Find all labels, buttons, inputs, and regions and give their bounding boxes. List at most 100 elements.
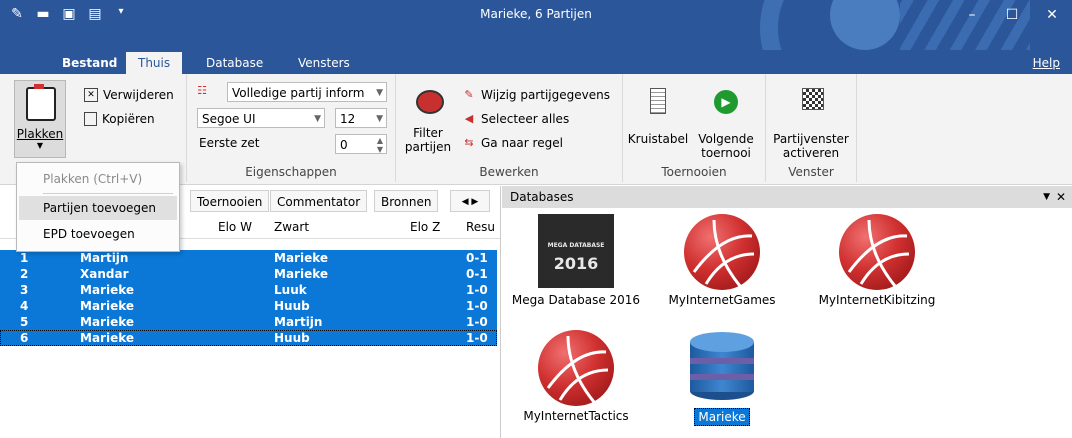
layout-icon: ☷ bbox=[197, 84, 207, 97]
clipboard-icon bbox=[26, 84, 56, 121]
delete-icon: ✕ bbox=[84, 88, 98, 102]
row-number: 2 bbox=[20, 267, 29, 281]
chevron-down-icon: ▼ bbox=[376, 114, 383, 124]
tab-home[interactable]: Thuis bbox=[126, 52, 183, 74]
goto-line-icon: ⇆ bbox=[464, 136, 474, 149]
internet-ball-icon bbox=[839, 214, 915, 290]
white-player: Marieke bbox=[80, 331, 135, 345]
database-label: Marieke bbox=[694, 408, 750, 426]
menu-item-add-games[interactable]: Partijen toevoegen bbox=[19, 196, 177, 220]
result: 1-0 bbox=[466, 299, 488, 313]
group-label: Toernooien bbox=[661, 165, 727, 179]
crosstable-icon bbox=[650, 88, 666, 114]
result: 1-0 bbox=[466, 315, 488, 329]
tab-file[interactable]: Bestand bbox=[50, 52, 129, 74]
group-label: Eigenschappen bbox=[245, 165, 337, 179]
black-player: Marieke bbox=[274, 251, 329, 265]
goto-line-button[interactable]: ⇆ Ga naar regel bbox=[462, 136, 563, 150]
column-elo-white[interactable]: Elo W bbox=[218, 220, 252, 234]
font-size-combo[interactable]: 12 ▼ bbox=[335, 108, 387, 128]
filter-icon bbox=[416, 90, 444, 114]
tab-database[interactable]: Database bbox=[194, 52, 275, 74]
tab-scroll-arrows[interactable]: ◀ ▶ bbox=[450, 190, 490, 212]
paste-label: Plakken bbox=[16, 127, 64, 141]
select-all-button[interactable]: ◀ Selecteer alles bbox=[462, 112, 569, 126]
database-label: Mega Database 2016 bbox=[511, 293, 641, 307]
database-label: MyInternetTactics bbox=[523, 409, 629, 423]
first-move-value: 0 bbox=[340, 138, 348, 152]
view-combo[interactable]: Volledige partij inform ▼ bbox=[227, 82, 387, 102]
row-number: 4 bbox=[20, 299, 29, 313]
menu-item-paste: Plakken (Ctrl+V) bbox=[43, 172, 143, 186]
close-icon[interactable]: ✕ bbox=[1056, 186, 1066, 208]
table-row[interactable]: 5 Marieke Martijn 1-0 bbox=[0, 314, 497, 330]
column-result[interactable]: Resu bbox=[466, 220, 495, 234]
database-cylinder-icon bbox=[690, 332, 754, 402]
change-game-data-button[interactable]: ✎ Wijzig partijgegevens bbox=[462, 88, 610, 102]
row-number: 5 bbox=[20, 315, 29, 329]
table-row[interactable]: 1 Martijn Marieke 0-1 bbox=[0, 250, 497, 266]
tab-help[interactable]: Help bbox=[1021, 52, 1072, 74]
result: 1-0 bbox=[466, 283, 488, 297]
font-combo-value: Segoe UI bbox=[202, 112, 256, 126]
copy-label: Kopiëren bbox=[102, 112, 155, 126]
next-tournament-button[interactable]: ▶ Volgende toernooi bbox=[693, 78, 759, 160]
stepper-arrows-icon: ▲ ▼ bbox=[376, 136, 383, 154]
white-player: Marieke bbox=[80, 283, 135, 297]
menu-item-add-epd[interactable]: EPD toevoegen bbox=[19, 222, 177, 246]
delete-button[interactable]: ✕ Verwijderen bbox=[84, 88, 174, 102]
window-title: Marieke, 6 Partijen bbox=[480, 7, 592, 21]
table-row[interactable]: 2 Xandar Marieke 0-1 bbox=[0, 266, 497, 282]
crosstable-button[interactable]: Kruistabel bbox=[627, 78, 689, 160]
filter-games-button[interactable]: Filter partijen bbox=[402, 78, 454, 160]
goto-line-label: Ga naar regel bbox=[481, 136, 563, 150]
column-elo-black[interactable]: Elo Z bbox=[410, 220, 440, 234]
properties-group: ☷ Volledige partij inform ▼ Segoe UI ▼ 1… bbox=[187, 74, 396, 182]
ribbon-tabs: Bestand Thuis Database Vensters Help bbox=[0, 50, 1072, 74]
database-label: MyInternetGames bbox=[668, 293, 776, 307]
maximize-button[interactable]: ☐ bbox=[992, 0, 1032, 30]
databases-header: Databases ▼ ✕ bbox=[502, 186, 1072, 208]
database-label: MyInternetKibitzing bbox=[818, 293, 936, 307]
white-player: Marieke bbox=[80, 315, 135, 329]
white-player: Martijn bbox=[80, 251, 129, 265]
group-label: Venster bbox=[788, 165, 834, 179]
database-item[interactable]: MyInternetKibitzing bbox=[802, 212, 952, 312]
filter-label: Filter partijen bbox=[404, 126, 452, 154]
table-row[interactable]: 3 Marieke Luuk 1-0 bbox=[0, 282, 497, 298]
select-all-label: Selecteer alles bbox=[481, 112, 570, 126]
result: 0-1 bbox=[466, 251, 488, 265]
table-row[interactable]: 4 Marieke Huub 1-0 bbox=[0, 298, 497, 314]
database-item[interactable]: MyInternetTactics bbox=[508, 328, 644, 428]
database-item[interactable]: Marieke bbox=[652, 328, 792, 428]
database-item[interactable]: MyInternetGames bbox=[652, 212, 792, 312]
tab-windows[interactable]: Vensters bbox=[286, 52, 362, 74]
title-bar: ✎ ▬ ▣ ▤ ▾ Marieke, 6 Partijen – ☐ ✕ bbox=[0, 0, 1072, 50]
paste-button[interactable]: Plakken ▼ bbox=[14, 80, 66, 158]
database-item[interactable]: MEGA DATABASE 2016 Mega Database 2016 bbox=[508, 212, 644, 312]
black-player: Huub bbox=[274, 331, 310, 345]
tab-commentator[interactable]: Commentator bbox=[270, 190, 368, 212]
font-combo[interactable]: Segoe UI ▼ bbox=[197, 108, 325, 128]
column-black[interactable]: Zwart bbox=[274, 220, 309, 234]
font-size-value: 12 bbox=[340, 112, 356, 126]
edit-group: Filter partijen ✎ Wijzig partijgegevens … bbox=[396, 74, 623, 182]
first-move-stepper[interactable]: 0 ▲ ▼ bbox=[335, 134, 387, 154]
black-player: Luuk bbox=[274, 283, 307, 297]
minimize-button[interactable]: – bbox=[952, 0, 992, 30]
activate-game-window-button[interactable]: Partijvenster activeren bbox=[770, 78, 852, 160]
copy-button[interactable]: Kopiëren bbox=[84, 112, 155, 126]
chevron-down-icon: ▼ bbox=[376, 88, 383, 98]
pane-menu-icon[interactable]: ▼ bbox=[1043, 186, 1050, 208]
black-player: Marieke bbox=[274, 267, 329, 281]
mega-database-icon: MEGA DATABASE 2016 bbox=[538, 214, 614, 288]
row-number: 3 bbox=[20, 283, 29, 297]
menu-divider bbox=[43, 193, 173, 194]
databases-pane: Databases ▼ ✕ MEGA DATABASE 2016 Mega Da… bbox=[502, 186, 1072, 438]
tab-tournaments[interactable]: Toernooien bbox=[190, 190, 270, 212]
table-row[interactable]: 6 Marieke Huub 1-0 bbox=[0, 330, 497, 346]
close-button[interactable]: ✕ bbox=[1032, 0, 1072, 30]
select-all-icon: ◀ bbox=[464, 112, 474, 125]
white-player: Xandar bbox=[80, 267, 129, 281]
tab-sources[interactable]: Bronnen bbox=[374, 190, 439, 212]
